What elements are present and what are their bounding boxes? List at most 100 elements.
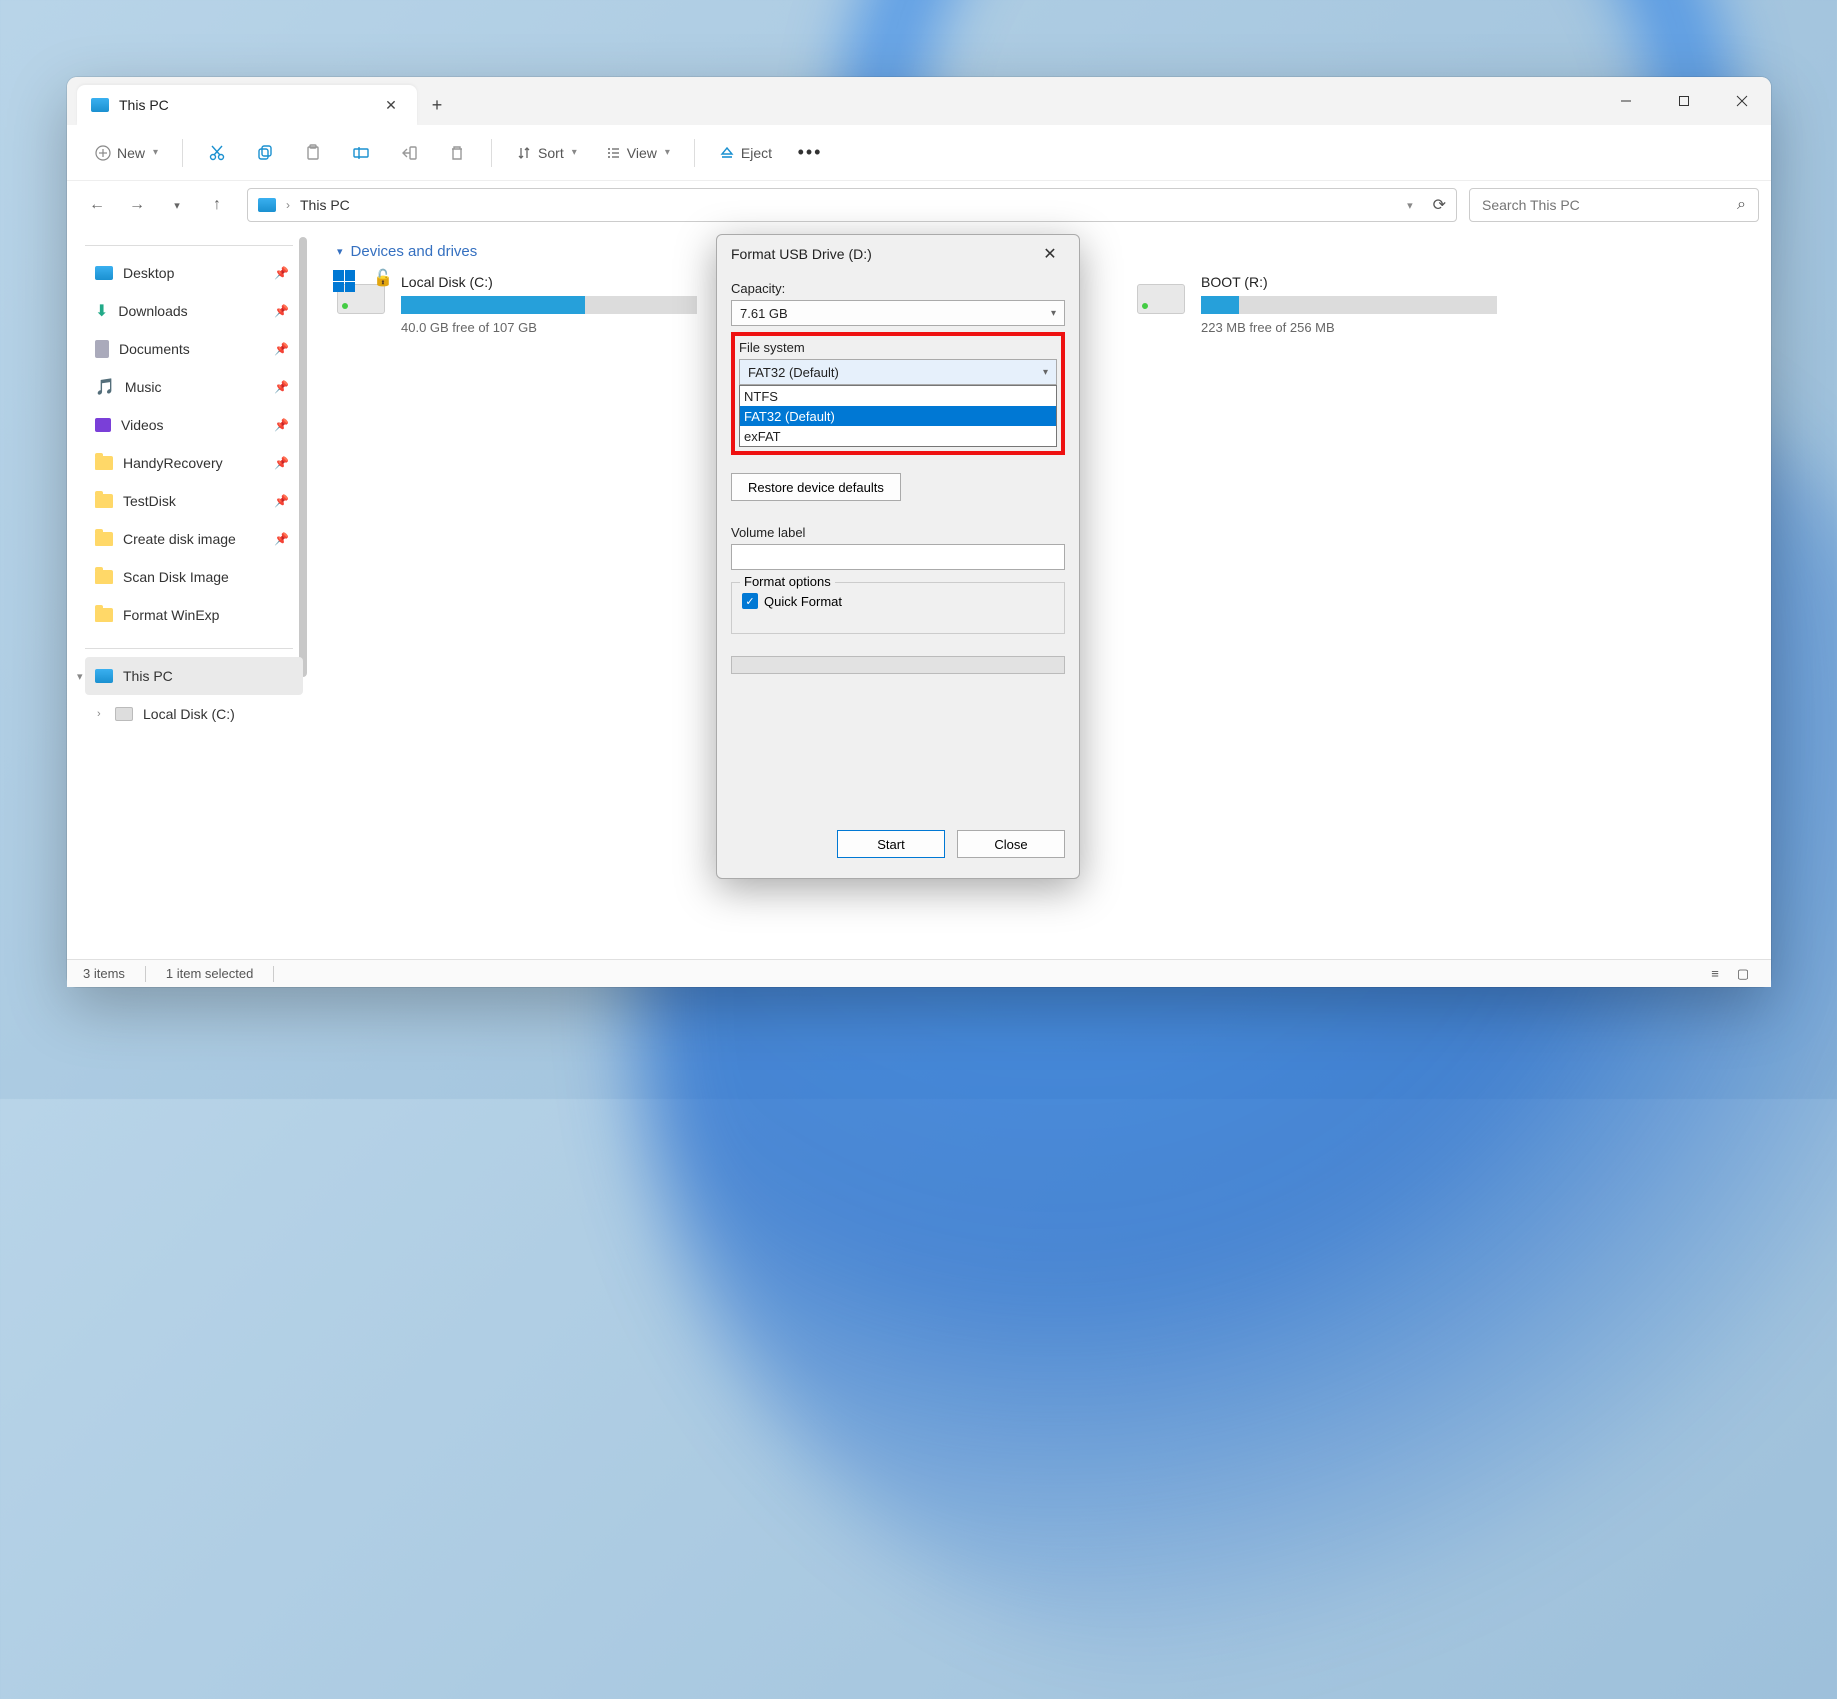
quick-format-checkbox-row[interactable]: ✓ Quick Format <box>742 593 1054 609</box>
sidebar-item-videos[interactable]: Videos📌 <box>85 406 303 444</box>
capacity-value: 7.61 GB <box>740 306 788 321</box>
sort-button[interactable]: Sort ▾ <box>506 135 587 171</box>
filesystem-select[interactable]: FAT32 (Default) ▾ NTFS FAT32 (Default) e… <box>739 359 1057 385</box>
sidebar-item-scan-disk-image[interactable]: Scan Disk Image <box>85 558 303 596</box>
filesystem-option-ntfs[interactable]: NTFS <box>740 386 1056 406</box>
address-bar[interactable]: › This PC ▾ ⟳ <box>247 188 1457 222</box>
back-button[interactable]: ← <box>79 187 115 223</box>
filesystem-option-fat32[interactable]: FAT32 (Default) <box>740 406 1056 426</box>
pin-icon: 📌 <box>274 532 289 546</box>
sidebar-item-label: This PC <box>123 668 173 684</box>
dialog-close-button[interactable]: ✕ <box>1035 239 1065 269</box>
sidebar-item-local-disk[interactable]: › Local Disk (C:) <box>85 695 303 733</box>
pin-icon: 📌 <box>274 342 289 356</box>
capacity-bar <box>401 296 697 314</box>
sidebar-item-label: Music <box>125 379 162 395</box>
format-dialog: Format USB Drive (D:) ✕ Capacity: 7.61 G… <box>716 234 1080 879</box>
sidebar-item-testdisk[interactable]: TestDisk 📌 <box>85 482 303 520</box>
recent-button[interactable]: ▾ <box>159 187 195 223</box>
tab-this-pc[interactable]: This PC ✕ <box>77 85 417 125</box>
sidebar-item-music[interactable]: 🎵Music📌 <box>85 368 303 406</box>
highlight-annotation: File system FAT32 (Default) ▾ NTFS FAT32… <box>731 332 1065 455</box>
separator <box>145 966 146 982</box>
sidebar-item-label: TestDisk <box>123 493 176 509</box>
cut-button[interactable] <box>197 135 237 171</box>
drive-icon: 🔓 <box>337 274 387 314</box>
rename-button[interactable] <box>341 135 381 171</box>
titlebar: This PC ✕ + <box>67 77 1771 125</box>
restore-defaults-button[interactable]: Restore device defaults <box>731 473 901 501</box>
delete-button[interactable] <box>437 135 477 171</box>
tab-title: This PC <box>119 97 369 113</box>
copy-button[interactable] <box>245 135 285 171</box>
breadcrumb-chevron-icon: › <box>286 198 290 212</box>
maximize-button[interactable] <box>1655 77 1713 125</box>
forward-button[interactable]: → <box>119 187 155 223</box>
sidebar-item-create-disk-image[interactable]: Create disk image📌 <box>85 520 303 558</box>
drive-subtext: 40.0 GB free of 107 GB <box>401 320 697 335</box>
sidebar-item-this-pc[interactable]: ▾This PC <box>85 657 303 695</box>
volume-label-input[interactable] <box>731 544 1065 570</box>
sidebar-item-desktop[interactable]: Desktop📌 <box>85 254 303 292</box>
filesystem-label: File system <box>739 340 1057 355</box>
new-button[interactable]: New ▾ <box>85 135 168 171</box>
new-tab-button[interactable]: + <box>417 85 457 125</box>
chevron-down-icon: ▾ <box>572 147 577 158</box>
dialog-body: Capacity: 7.61 GB ▾ File system FAT32 (D… <box>717 273 1079 812</box>
eject-label: Eject <box>741 145 772 161</box>
close-button[interactable] <box>1713 77 1771 125</box>
drive-icon <box>1137 274 1187 314</box>
sort-label: Sort <box>538 145 564 161</box>
start-button[interactable]: Start <box>837 830 945 858</box>
checkbox-checked-icon[interactable]: ✓ <box>742 593 758 609</box>
drive-boot-r[interactable]: BOOT (R:) 223 MB free of 256 MB <box>1137 274 1497 335</box>
folder-icon <box>95 608 113 622</box>
new-label: New <box>117 145 145 161</box>
dialog-title-text: Format USB Drive (D:) <box>731 246 872 262</box>
search-input[interactable] <box>1482 197 1737 213</box>
pin-icon: 📌 <box>274 494 289 508</box>
icons-view-button[interactable]: ▢ <box>1731 964 1755 984</box>
drive-name: BOOT (R:) <box>1201 274 1497 290</box>
capacity-bar <box>1201 296 1497 314</box>
close-tab-icon[interactable]: ✕ <box>379 93 403 117</box>
sidebar-item-label: Local Disk (C:) <box>143 706 235 722</box>
chevron-down-icon[interactable]: ▾ <box>1407 199 1413 212</box>
folder-icon <box>95 494 113 508</box>
volume-label-label: Volume label <box>731 525 1065 540</box>
search-box[interactable]: ⌕ <box>1469 188 1759 222</box>
breadcrumb[interactable]: This PC <box>300 197 350 213</box>
sidebar-item-label: Format WinExp <box>123 607 219 623</box>
sidebar-item-format-winexp[interactable]: Format WinExp <box>85 596 303 634</box>
chevron-down-icon[interactable]: ▾ <box>77 670 83 683</box>
separator <box>85 245 293 246</box>
capacity-select[interactable]: 7.61 GB ▾ <box>731 300 1065 326</box>
up-button[interactable]: ↑ <box>199 187 235 223</box>
sidebar-item-handyrecovery[interactable]: HandyRecovery📌 <box>85 444 303 482</box>
share-button[interactable] <box>389 135 429 171</box>
sidebar-item-documents[interactable]: Documents📌 <box>85 330 303 368</box>
search-icon[interactable]: ⌕ <box>1737 196 1746 214</box>
drive-local-c[interactable]: 🔓 Local Disk (C:) 40.0 GB free of 107 GB <box>337 274 697 335</box>
paste-button[interactable] <box>293 135 333 171</box>
close-button[interactable]: Close <box>957 830 1065 858</box>
lock-icon: 🔓 <box>373 268 393 288</box>
eject-button[interactable]: Eject <box>709 135 782 171</box>
sidebar-item-downloads[interactable]: ⬇Downloads📌 <box>85 292 303 330</box>
document-icon <box>95 340 109 358</box>
filesystem-option-exfat[interactable]: exFAT <box>740 426 1056 446</box>
monitor-icon <box>95 669 113 683</box>
chevron-right-icon[interactable]: › <box>97 708 101 720</box>
chevron-down-icon: ▾ <box>1043 367 1048 378</box>
monitor-icon <box>91 98 109 112</box>
dialog-title-bar[interactable]: Format USB Drive (D:) ✕ <box>717 235 1079 273</box>
details-view-button[interactable]: ≡ <box>1703 964 1727 984</box>
more-button[interactable]: ••• <box>790 135 830 171</box>
format-progress-bar <box>731 656 1065 674</box>
format-options-group: Format options ✓ Quick Format <box>731 582 1065 634</box>
view-button[interactable]: View ▾ <box>595 135 680 171</box>
window-controls <box>1597 77 1771 125</box>
refresh-icon[interactable]: ⟳ <box>1433 195 1446 215</box>
monitor-icon <box>258 198 276 212</box>
minimize-button[interactable] <box>1597 77 1655 125</box>
